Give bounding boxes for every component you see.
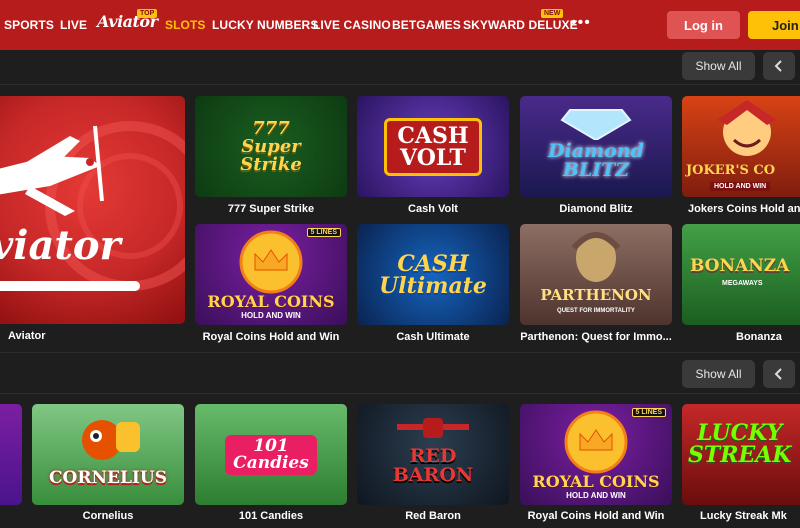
game-tile-lucky-streak[interactable]: LUCKY STREAK [682, 404, 800, 505]
game-tile-cash-volt[interactable]: CASH VOLT [357, 96, 509, 197]
medusa-face-icon [571, 232, 621, 282]
game-art: 777 Super Strike [240, 117, 302, 175]
nav-skyward-deluxe[interactable]: SKYWARD DELUXE [463, 18, 578, 32]
game-title: Cash Ultimate [396, 331, 470, 343]
nav-betgames[interactable]: BETGAMES [392, 18, 461, 32]
game-title: Diamond Blitz [559, 203, 633, 215]
nav-live[interactable]: LIVE [60, 18, 87, 32]
game-art-sub: HOLD AND WIN [710, 182, 771, 191]
nav-sports[interactable]: SPORTS [4, 18, 54, 32]
game-tile-aviator[interactable]: viator [0, 96, 185, 324]
game-art: ROYAL COINS [532, 472, 660, 491]
game-art: 101 Candies [225, 434, 317, 475]
game-art: Diamond BLITZ [548, 139, 644, 181]
game-art: CASH VOLT [384, 117, 482, 176]
game-tile-101-candies[interactable]: 101 Candies [195, 404, 347, 505]
gold-coin-icon [239, 230, 303, 294]
game-tile-red-baron[interactable]: RED BARON [357, 404, 509, 505]
game-tile-jokers-coins[interactable]: JOKER'S CO HOLD AND WIN [682, 96, 800, 197]
joker-face-icon [717, 100, 777, 156]
section-divider [0, 393, 800, 394]
game-title: Red Baron [405, 510, 461, 522]
game-tile-royal-coins[interactable]: 5 LINES ROYAL COINS HOLD AND WIN [195, 224, 347, 325]
join-button[interactable]: Join [748, 11, 800, 39]
game-art-sub: HOLD AND WIN [566, 491, 626, 500]
nav-live-casino[interactable]: LIVE CASINO [313, 18, 391, 32]
top-badge: TOP [137, 9, 158, 18]
chevron-left-icon [774, 60, 782, 72]
game-art-sub: QUEST FOR IMMORTALITY [557, 308, 635, 314]
game-tile-bonanza[interactable]: BONANZA MEGAWAYS [682, 224, 800, 325]
game-tile-diamond-blitz[interactable]: Diamond BLITZ [520, 96, 672, 197]
lines-badge: 5 LINES [631, 408, 666, 417]
game-tile-parthenon[interactable]: PARTHENON QUEST FOR IMMORTALITY [520, 224, 672, 325]
nav-slots[interactable]: SLOTS [165, 18, 206, 32]
game-title: Jokers Coins Hold and Win [688, 203, 800, 215]
game-tile-777-super-strike[interactable]: 777 Super Strike [195, 96, 347, 197]
scroll-left-button-1[interactable] [763, 52, 795, 80]
game-title: Royal Coins Hold and Win [527, 510, 665, 522]
game-art: CASH Ultimate [379, 250, 487, 299]
game-art: ROYAL COINS [207, 292, 335, 311]
game-title: Bonanza [736, 331, 782, 343]
more-menu-icon[interactable]: ••• [571, 14, 591, 32]
game-art-sub: HOLD AND WIN [241, 311, 301, 320]
game-tile-partial[interactable] [0, 404, 22, 505]
game-art: PARTHENON [540, 286, 652, 304]
game-title: Aviator [8, 330, 46, 342]
game-tile-royal-coins-2[interactable]: 5 LINES ROYAL COINS HOLD AND WIN [520, 404, 672, 505]
lines-badge: 5 LINES [306, 228, 341, 237]
new-badge: NEW [541, 9, 564, 18]
nav-lucky-numbers[interactable]: LUCKY NUMBERS [212, 18, 318, 32]
game-title: Cash Volt [408, 203, 458, 215]
game-art: JOKER'S CO [686, 163, 776, 178]
show-all-button-1[interactable]: Show All [682, 52, 755, 80]
game-art: LUCKY STREAK [688, 420, 792, 468]
login-button[interactable]: Log in [667, 11, 740, 39]
aviator-plane-icon [0, 121, 185, 291]
section-divider [0, 352, 800, 353]
top-navigation: SPORTS LIVE Aviator TOP SLOTS LUCKY NUMB… [0, 0, 800, 50]
scroll-left-button-2[interactable] [763, 360, 795, 388]
aviator-art-text: viator [0, 222, 121, 269]
game-title: Lucky Streak Mk [700, 510, 787, 522]
game-title: Royal Coins Hold and Win [202, 331, 340, 343]
game-art: CORNELIUS [49, 468, 167, 488]
game-tile-cornelius[interactable]: CORNELIUS [32, 404, 184, 505]
game-title: Parthenon: Quest for Immo... [520, 331, 672, 343]
game-title: Cornelius [82, 510, 134, 522]
game-tile-cash-ultimate[interactable]: CASH Ultimate [357, 224, 509, 325]
show-all-button-2[interactable]: Show All [682, 360, 755, 388]
section-divider [0, 84, 800, 85]
chevron-left-icon [774, 368, 782, 380]
squirrel-icon [82, 420, 140, 460]
gold-coin-icon [564, 410, 628, 474]
game-art: RED BARON [392, 444, 474, 486]
game-art: BONANZA [690, 256, 790, 276]
game-art-sub: MEGAWAYS [722, 280, 763, 287]
game-title: 777 Super Strike [227, 203, 315, 215]
game-title: 101 Candies [238, 510, 304, 522]
casino-page: SPORTS LIVE Aviator TOP SLOTS LUCKY NUMB… [0, 0, 800, 528]
